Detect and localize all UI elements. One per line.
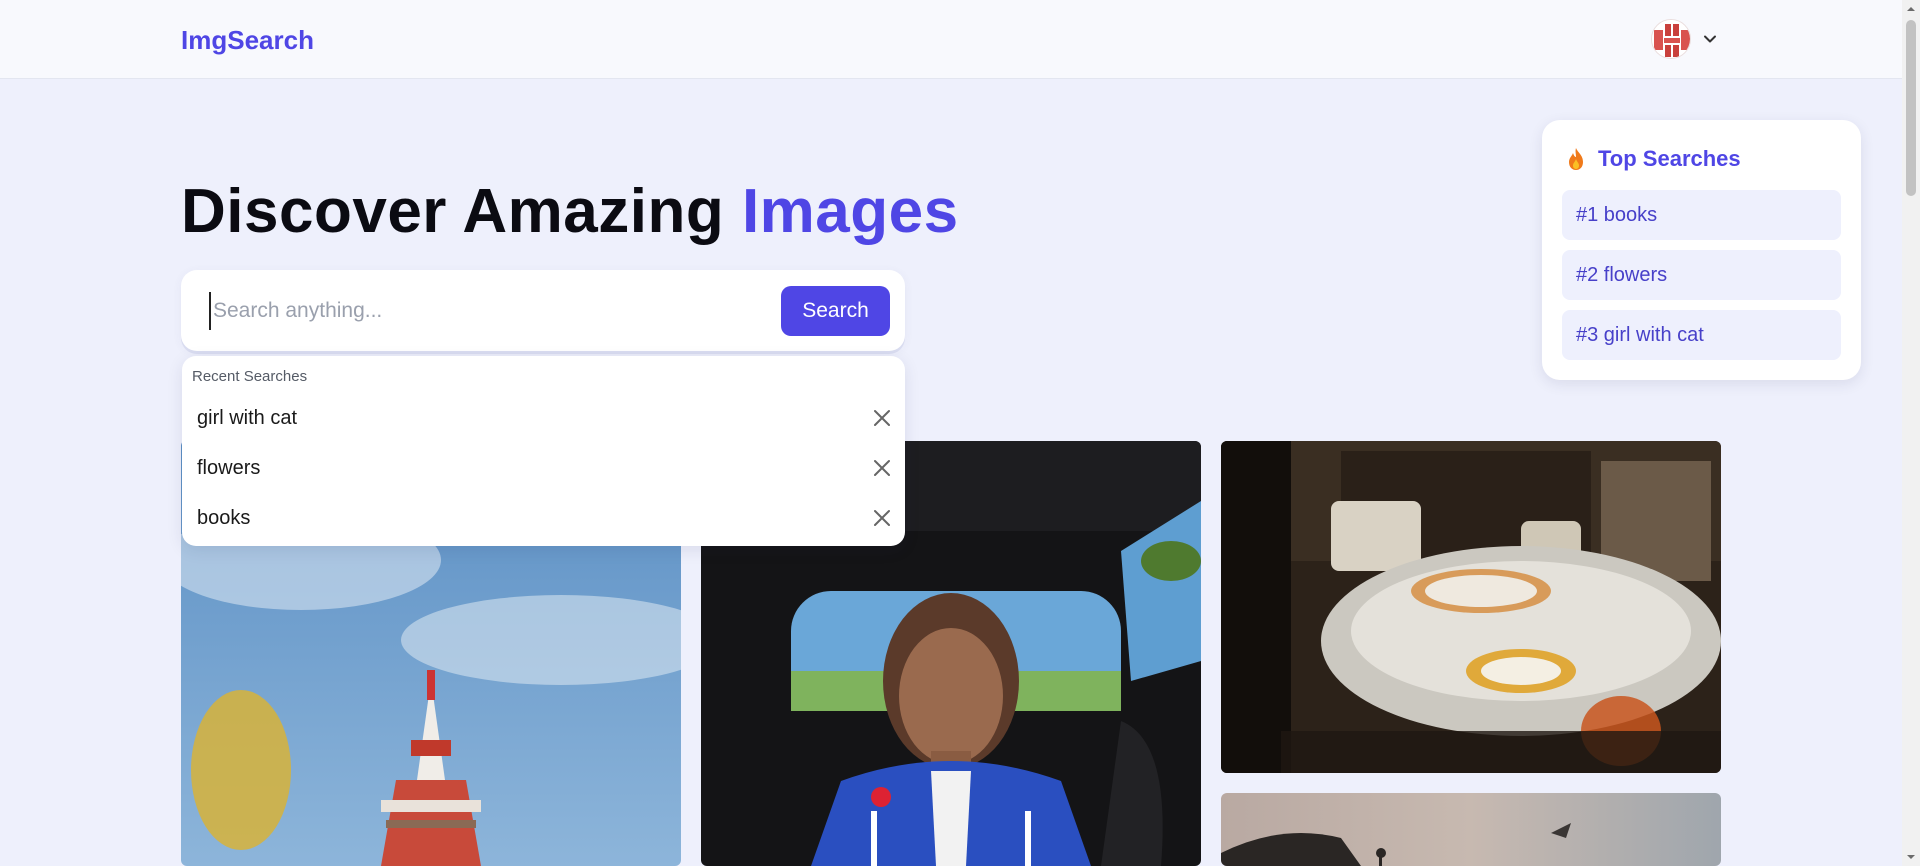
app-logo[interactable]: ImgSearch bbox=[181, 25, 314, 56]
top-searches-header: Top Searches bbox=[1566, 146, 1741, 172]
flame-icon bbox=[1566, 147, 1586, 171]
search-button[interactable]: Search bbox=[781, 286, 890, 336]
top-search-item[interactable]: #3 girl with cat bbox=[1562, 310, 1841, 360]
recent-search-item[interactable]: books bbox=[182, 493, 905, 543]
top-searches-title: Top Searches bbox=[1598, 146, 1741, 171]
top-navigation-bar: ImgSearch bbox=[0, 0, 1902, 79]
recent-search-label: girl with cat bbox=[197, 406, 298, 429]
close-icon[interactable] bbox=[872, 458, 892, 478]
top-searches-card: Top Searches #1 books #2 flowers #3 girl… bbox=[1542, 120, 1861, 380]
recent-search-label: flowers bbox=[197, 456, 261, 479]
top-search-item[interactable]: #1 books bbox=[1562, 190, 1841, 240]
search-bar: Search bbox=[181, 270, 905, 351]
recent-search-item[interactable]: flowers bbox=[182, 443, 905, 493]
hero-title: Discover Amazing Images bbox=[181, 176, 959, 247]
close-icon[interactable] bbox=[872, 508, 892, 528]
scroll-down-arrow-icon[interactable] bbox=[1906, 852, 1916, 862]
user-avatar-icon[interactable] bbox=[1651, 19, 1691, 59]
top-search-item[interactable]: #2 flowers bbox=[1562, 250, 1841, 300]
hero-title-main: Discover Amazing bbox=[181, 177, 742, 246]
close-icon[interactable] bbox=[872, 408, 892, 428]
gallery-image[interactable] bbox=[1221, 793, 1721, 866]
gallery-image[interactable] bbox=[1221, 441, 1721, 773]
user-menu[interactable] bbox=[1651, 17, 1727, 61]
chevron-down-icon[interactable] bbox=[1703, 32, 1717, 46]
recent-searches-title: Recent Searches bbox=[192, 368, 308, 385]
recent-searches-dropdown: Recent Searches girl with cat flowers bo… bbox=[182, 356, 905, 546]
recent-search-item[interactable]: girl with cat bbox=[182, 393, 905, 443]
recent-search-label: books bbox=[197, 506, 251, 529]
scrollbar-thumb[interactable] bbox=[1906, 20, 1916, 196]
hero-title-accent: Images bbox=[741, 177, 959, 246]
search-input[interactable] bbox=[209, 292, 729, 330]
page-scrollbar[interactable] bbox=[1902, 0, 1920, 866]
scroll-up-arrow-icon[interactable] bbox=[1906, 4, 1916, 14]
